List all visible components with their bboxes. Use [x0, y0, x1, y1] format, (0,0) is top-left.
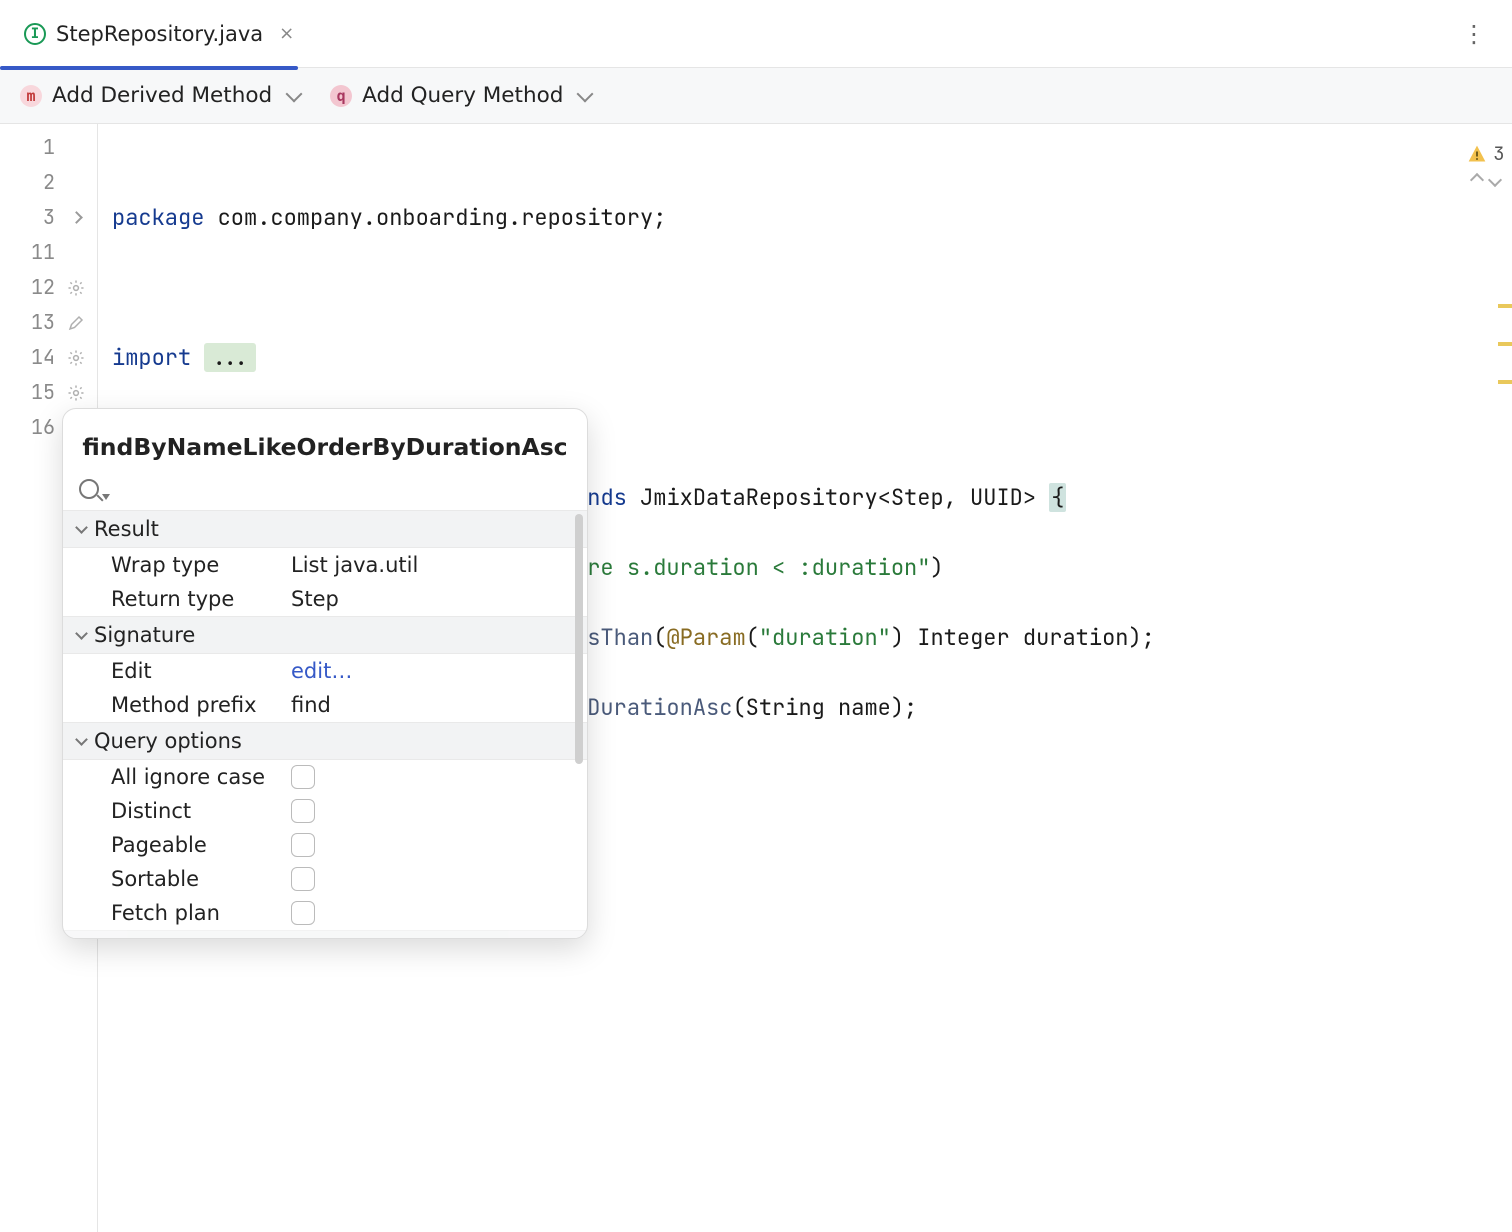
warning-count: 3 [1493, 136, 1504, 171]
section-signature[interactable]: Signature [63, 616, 587, 654]
chevron-down-icon [75, 627, 88, 640]
inspection-strip: 3 [1460, 124, 1512, 185]
popup-title: findByNameLikeOrderByDurationAsc [63, 409, 587, 469]
line-number: 2 [43, 165, 55, 200]
section-limit[interactable]: Limit [63, 930, 587, 938]
section-query-options[interactable]: Query options [63, 722, 587, 760]
opt-sortable[interactable]: Sortable [63, 862, 587, 896]
signature-edit-row[interactable]: Edit edit… [63, 654, 587, 688]
opt-pageable[interactable]: Pageable [63, 828, 587, 862]
checkbox[interactable] [291, 833, 315, 857]
folded-imports[interactable]: ... [204, 343, 256, 372]
tab-bar: I StepRepository.java × ⋮ [0, 0, 1512, 68]
popup-scrollbar[interactable] [575, 514, 583, 764]
checkbox[interactable] [291, 799, 315, 823]
gutter-gear-icon[interactable] [65, 384, 87, 402]
line-number: 13 [31, 305, 55, 340]
line-number: 15 [31, 375, 55, 410]
derived-method-popup: findByNameLikeOrderByDurationAsc Result … [62, 408, 588, 939]
line-number: 14 [31, 340, 55, 375]
line-number: 16 [31, 410, 55, 445]
tab-active-indicator [0, 66, 298, 70]
popup-search[interactable] [63, 469, 587, 510]
warning-icon[interactable] [1467, 144, 1487, 164]
derived-badge-icon: m [20, 85, 42, 107]
line-number: 3 [43, 200, 55, 235]
add-derived-method-button[interactable]: m Add Derived Method [20, 83, 300, 108]
add-query-method-button[interactable]: q Add Query Method [330, 83, 591, 108]
inspection-nav[interactable] [1472, 175, 1500, 185]
line-number: 12 [31, 270, 55, 305]
add-derived-label: Add Derived Method [52, 83, 272, 108]
gutter-gear-icon[interactable] [65, 279, 87, 297]
tab-filename: StepRepository.java [56, 22, 263, 46]
search-icon [79, 479, 99, 499]
editor-tab[interactable]: I StepRepository.java × [10, 13, 314, 54]
result-wrap-type-row[interactable]: Wrap type List java.util [63, 548, 587, 582]
checkbox[interactable] [291, 765, 315, 789]
fold-icon[interactable] [65, 213, 87, 222]
chevron-down-icon [75, 733, 88, 746]
edit-link[interactable]: edit… [291, 659, 573, 683]
more-menu-icon[interactable]: ⋮ [1448, 12, 1502, 56]
editor-toolbar: m Add Derived Method q Add Query Method [0, 68, 1512, 124]
query-badge-icon: q [330, 85, 352, 107]
chevron-down-icon [577, 85, 594, 102]
add-query-label: Add Query Method [362, 83, 563, 108]
signature-prefix-row[interactable]: Method prefix find [63, 688, 587, 722]
inspection-markers[interactable] [1492, 304, 1512, 384]
line-number: 1 [43, 130, 55, 165]
chevron-down-icon [286, 85, 303, 102]
opt-distinct[interactable]: Distinct [63, 794, 587, 828]
opt-fetch-plan[interactable]: Fetch plan [63, 896, 587, 930]
checkbox[interactable] [291, 901, 315, 925]
section-result[interactable]: Result [63, 510, 587, 548]
opt-all-ignore-case[interactable]: All ignore case [63, 760, 587, 794]
result-return-type-row[interactable]: Return type Step [63, 582, 587, 616]
chevron-down-icon [75, 521, 88, 534]
gutter-edit-icon[interactable] [65, 314, 87, 332]
gutter-gear-icon[interactable] [65, 349, 87, 367]
checkbox[interactable] [291, 867, 315, 891]
line-number: 11 [31, 235, 55, 270]
close-tab-icon[interactable]: × [273, 21, 300, 46]
interface-icon: I [24, 23, 46, 45]
